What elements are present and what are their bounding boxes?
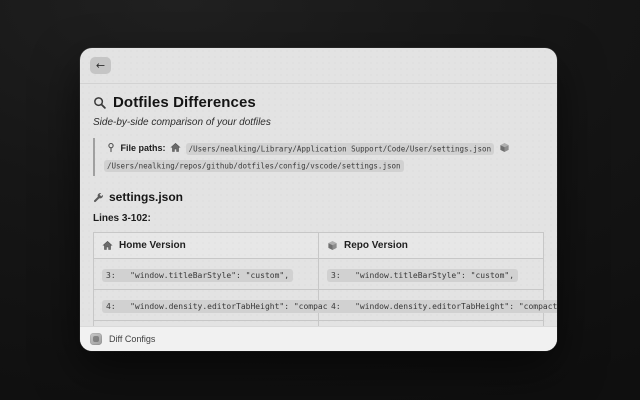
window-header: ← — [80, 48, 557, 84]
window-footer: Diff Configs — [80, 326, 557, 351]
scroll-area[interactable]: Dotfiles Differences Side-by-side compar… — [80, 85, 557, 326]
package-icon — [499, 142, 510, 153]
column-label: Repo Version — [344, 240, 408, 251]
column-label: Home Version — [119, 240, 186, 251]
diff-line-code: 3: "window.titleBarStyle": "custom", — [327, 269, 518, 282]
raycast-window: ← Dotfiles Differences Side-by-side comp… — [80, 48, 557, 351]
diff-line-code: 4: "window.density.editorTabHeight": "co… — [327, 300, 557, 313]
magnifier-icon — [93, 96, 107, 110]
diff-line-code: 4: "window.density.editorTabHeight": "co… — [102, 300, 346, 313]
file-paths-blockquote: File paths: /Users/nealking/Library/Appl… — [93, 138, 545, 176]
title-row: Dotfiles Differences — [93, 94, 544, 111]
extension-app-icon — [90, 333, 102, 345]
repo-cell: 4: "window.density.editorTabHeight": "co… — [319, 290, 544, 321]
wrench-icon — [93, 192, 104, 203]
column-header-home: Home Version — [94, 233, 319, 259]
repo-cell: 3: "window.titleBarStyle": "custom", — [319, 259, 544, 290]
page-title: Dotfiles Differences — [113, 94, 256, 111]
lines-range-label: Lines 3-102: — [93, 213, 544, 224]
pushpin-icon — [106, 142, 116, 153]
file-name: settings.json — [109, 190, 183, 204]
file-paths-label: File paths: — [121, 143, 166, 153]
command-name: Diff Configs — [109, 334, 155, 344]
home-icon — [170, 142, 181, 153]
home-icon — [102, 240, 113, 251]
column-header-repo: Repo Version — [319, 233, 544, 259]
home-cell: 3: "window.titleBarStyle": "custom", — [94, 259, 319, 290]
back-button[interactable]: ← — [90, 57, 111, 74]
page-subtitle: Side-by-side comparison of your dotfiles — [93, 117, 544, 128]
file-section-heading: settings.json — [93, 190, 544, 204]
diff-table: Home Version Repo — [93, 232, 544, 326]
home-path-code: /Users/nealking/Library/Application Supp… — [186, 143, 495, 155]
repo-path-code: /Users/nealking/repos/github/dotfiles/co… — [104, 160, 404, 172]
diff-table-header-row: Home Version Repo — [94, 233, 544, 259]
diff-line-code: 3: "window.titleBarStyle": "custom", — [102, 269, 293, 282]
table-row: 3: "window.titleBarStyle": "custom", 3: … — [94, 259, 544, 290]
table-row: 4: "window.density.editorTabHeight": "co… — [94, 290, 544, 321]
back-arrow-icon: ← — [96, 58, 105, 73]
package-icon — [327, 240, 338, 251]
home-cell: 4: "window.density.editorTabHeight": "co… — [94, 290, 319, 321]
